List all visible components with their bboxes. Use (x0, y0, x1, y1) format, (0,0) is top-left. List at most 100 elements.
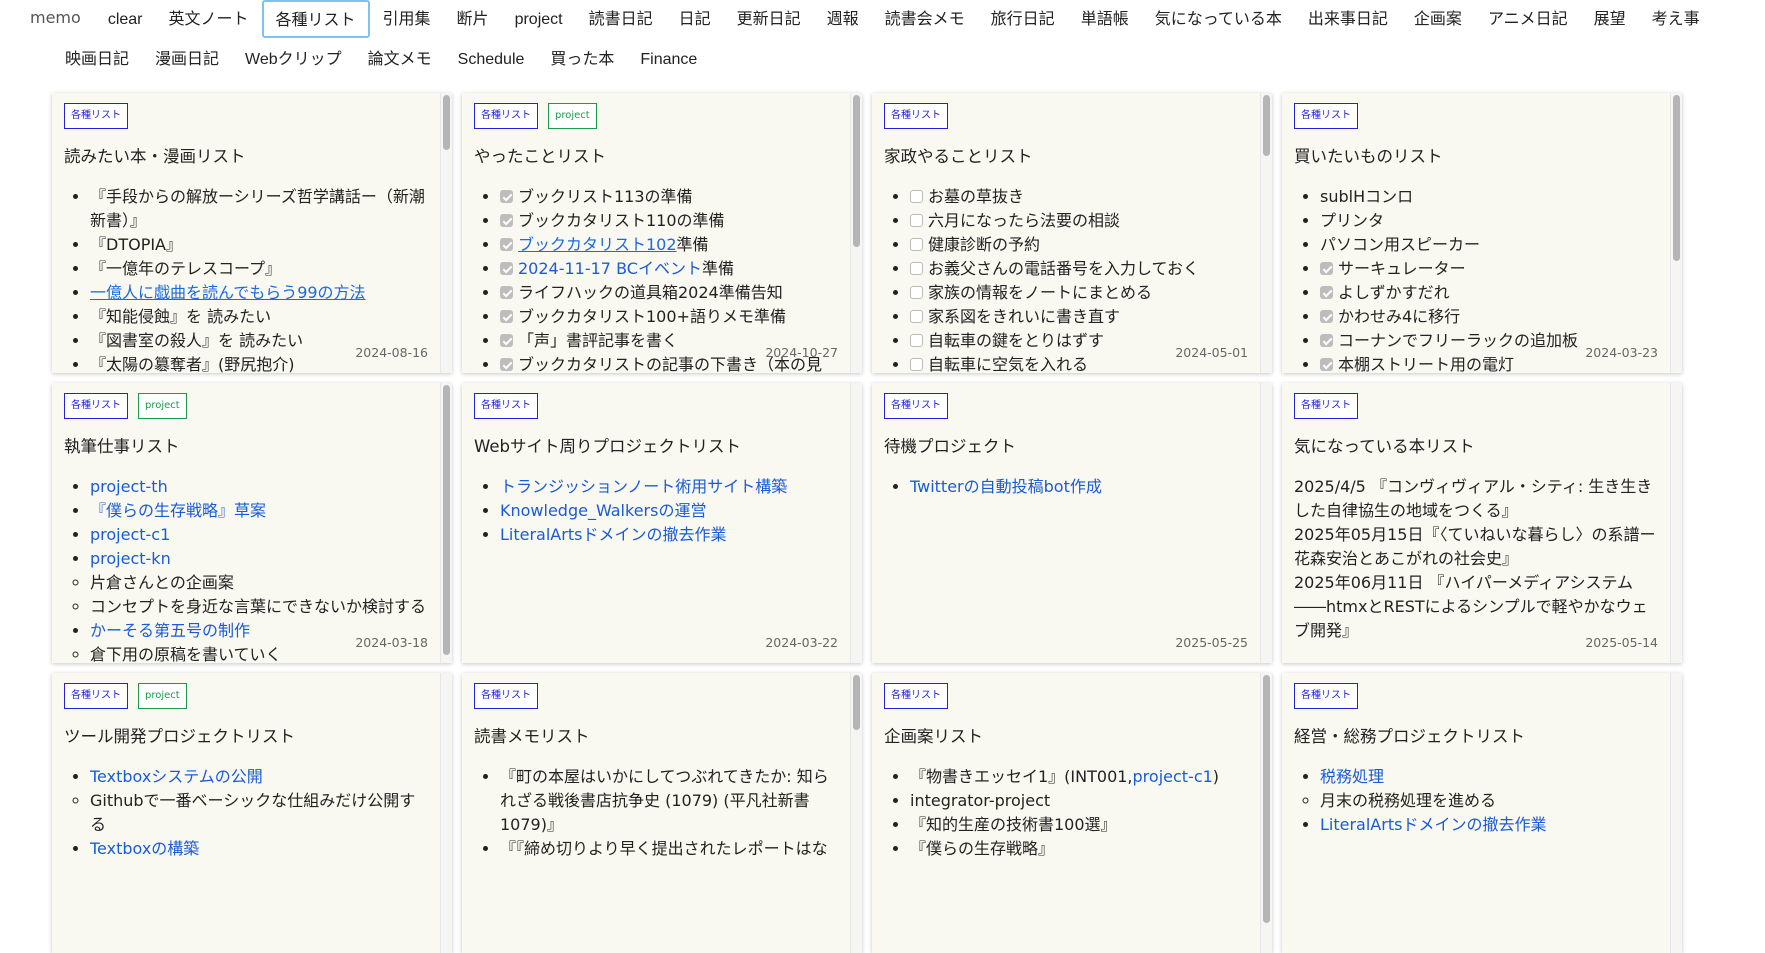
item-link[interactable]: project-th (90, 477, 168, 496)
checked-checkbox[interactable] (1320, 286, 1333, 299)
card-title[interactable]: 買いたいものリスト (1294, 145, 1658, 169)
scrollbar-thumb[interactable] (1673, 95, 1680, 261)
tag-badge[interactable]: 各種リスト (1294, 103, 1358, 129)
checked-checkbox[interactable] (500, 190, 513, 203)
card-scrollbar[interactable] (1260, 93, 1272, 373)
tag-badge[interactable]: project (138, 393, 187, 419)
unchecked-checkbox[interactable] (910, 190, 923, 203)
card-scrollbar[interactable] (1670, 93, 1682, 373)
item-link[interactable]: 税務処理 (1320, 767, 1384, 786)
tag-badge[interactable]: 各種リスト (64, 683, 128, 709)
memo-card[interactable]: 各種リスト project ツール開発プロジェクトリスト Textboxシステムの公開… (52, 673, 452, 953)
checked-checkbox[interactable] (500, 310, 513, 323)
checked-checkbox[interactable] (1320, 358, 1333, 371)
checked-checkbox[interactable] (500, 334, 513, 347)
nav-tab[interactable]: project (502, 0, 576, 38)
card-title[interactable]: 執筆仕事リスト (64, 435, 428, 459)
checked-checkbox[interactable] (1320, 334, 1333, 347)
tag-badge[interactable]: project (138, 683, 187, 709)
unchecked-checkbox[interactable] (910, 262, 923, 275)
tag-badge[interactable]: project (548, 103, 597, 129)
card-title[interactable]: 読書メモリスト (474, 725, 838, 749)
nav-tab[interactable]: 旅行日記 (978, 0, 1068, 38)
nav-tab[interactable]: アニメ日記 (1475, 0, 1581, 38)
tag-badge[interactable]: 各種リスト (884, 393, 948, 419)
card-scrollbar[interactable] (1260, 383, 1272, 663)
nav-tab[interactable]: 考え事 (1639, 0, 1713, 38)
memo-card[interactable]: 各種リスト家政やることリストお墓の草抜き六月になったら法要の相談健康診断の予約お… (872, 93, 1272, 373)
item-link[interactable]: Textboxの構築 (90, 839, 199, 858)
item-link[interactable]: トランジッションノート術用サイト構築 (500, 477, 787, 496)
memo-card[interactable]: 各種リスト企画案リスト『物書きエッセイ1』(INT001,project-c1)… (872, 673, 1272, 953)
unchecked-checkbox[interactable] (910, 238, 923, 251)
card-scrollbar[interactable] (440, 93, 452, 373)
item-link[interactable]: project-kn (90, 549, 171, 568)
nav-tab[interactable]: 企画案 (1401, 0, 1475, 38)
checked-checkbox[interactable] (500, 358, 513, 371)
nav-tab[interactable]: 更新日記 (724, 0, 814, 38)
card-title[interactable]: やったことリスト (474, 145, 838, 169)
nav-tab[interactable]: 各種リスト (261, 0, 370, 38)
nav-tab[interactable]: 気になっている本 (1142, 0, 1295, 38)
nav-tab[interactable]: 英文ノート (156, 0, 262, 38)
item-link[interactable]: かーそる第五号の制作 (90, 621, 250, 640)
scrollbar-thumb[interactable] (853, 675, 860, 730)
item-link[interactable]: LiteralArtsドメインの撤去作業 (500, 525, 726, 544)
tag-badge[interactable]: 各種リスト (64, 393, 128, 419)
card-scrollbar[interactable] (850, 673, 862, 953)
card-scrollbar[interactable] (1260, 673, 1272, 953)
memo-card[interactable]: 各種リスト読書メモリスト『町の本屋はいかにしてつぶれてきたか: 知られざる戦後書… (462, 673, 862, 953)
nav-tab[interactable]: 展望 (1581, 0, 1639, 38)
checked-checkbox[interactable] (500, 214, 513, 227)
checked-checkbox[interactable] (500, 262, 513, 275)
nav-tab[interactable]: 買った本 (537, 40, 627, 78)
card-title[interactable]: Webサイト周りプロジェクトリスト (474, 435, 838, 459)
checked-checkbox[interactable] (1320, 262, 1333, 275)
card-scrollbar[interactable] (850, 383, 862, 663)
checked-checkbox[interactable] (500, 238, 513, 251)
scrollbar-thumb[interactable] (443, 385, 450, 655)
tag-badge[interactable]: 各種リスト (64, 103, 128, 129)
card-title[interactable]: 読みたい本・漫画リスト (64, 145, 428, 169)
item-link[interactable]: project-c1 (1133, 767, 1213, 786)
unchecked-checkbox[interactable] (910, 214, 923, 227)
nav-tab[interactable]: 断片 (444, 0, 502, 38)
scrollbar-thumb[interactable] (443, 95, 450, 150)
card-scrollbar[interactable] (850, 93, 862, 373)
card-scrollbar[interactable] (1670, 383, 1682, 663)
item-link[interactable]: LiteralArtsドメインの撤去作業 (1320, 815, 1546, 834)
memo-card[interactable]: 各種リスト経営・総務プロジェクトリスト税務処理月末の税務処理を進める Litera… (1282, 673, 1682, 953)
item-link[interactable]: 『僕らの生存戦略』草案 (90, 501, 266, 520)
tag-badge[interactable]: 各種リスト (1294, 683, 1358, 709)
nav-tab[interactable]: 漫画日記 (142, 40, 232, 78)
nav-tab[interactable]: 読書会メモ (872, 0, 978, 38)
memo-card[interactable]: 各種リスト Webサイト周りプロジェクトリストトランジッションノート術用サイト構築… (462, 383, 862, 663)
unchecked-checkbox[interactable] (910, 286, 923, 299)
memo-card[interactable]: 各種リスト project やったことリストブックリスト113の準備ブックカタリスト… (462, 93, 862, 373)
memo-card[interactable]: 各種リスト待機プロジェクト Twitterの自動投稿bot作成 2025-05-25 (872, 383, 1272, 663)
nav-tab[interactable]: Schedule (445, 40, 538, 78)
card-title[interactable]: 家政やることリスト (884, 145, 1248, 169)
card-scrollbar[interactable] (440, 383, 452, 663)
scrollbar-thumb[interactable] (853, 95, 860, 247)
nav-tab[interactable]: 出来事日記 (1295, 0, 1401, 38)
card-scrollbar[interactable] (1670, 673, 1682, 953)
item-link[interactable]: 一億人に戯曲を読んでもらう99の方法 (90, 283, 366, 302)
item-link[interactable]: project-c1 (90, 525, 170, 544)
tag-badge[interactable]: 各種リスト (474, 683, 538, 709)
item-link[interactable]: Knowledge_Walkersの運営 (500, 501, 706, 520)
unchecked-checkbox[interactable] (910, 358, 923, 371)
tag-badge[interactable]: 各種リスト (1294, 393, 1358, 419)
nav-tab[interactable]: clear (95, 0, 156, 38)
card-title[interactable]: ツール開発プロジェクトリスト (64, 725, 428, 749)
nav-tab[interactable]: 引用集 (370, 0, 444, 38)
scrollbar-thumb[interactable] (1263, 675, 1270, 923)
tag-badge[interactable]: 各種リスト (884, 103, 948, 129)
scrollbar-thumb[interactable] (1263, 95, 1270, 156)
checked-checkbox[interactable] (1320, 310, 1333, 323)
item-link[interactable]: 2024-11-17 BCイベント (518, 259, 702, 278)
memo-card[interactable]: 各種リスト買いたいものリスト sublHコンロプリンタパソコン用スピーカーサーキュ… (1282, 93, 1682, 373)
checked-checkbox[interactable] (500, 286, 513, 299)
memo-card[interactable]: 各種リスト 気になっている本リスト 2025/4/5 『コンヴィヴィアル・シティ: … (1282, 383, 1682, 663)
nav-tab[interactable]: 論文メモ (355, 40, 445, 78)
